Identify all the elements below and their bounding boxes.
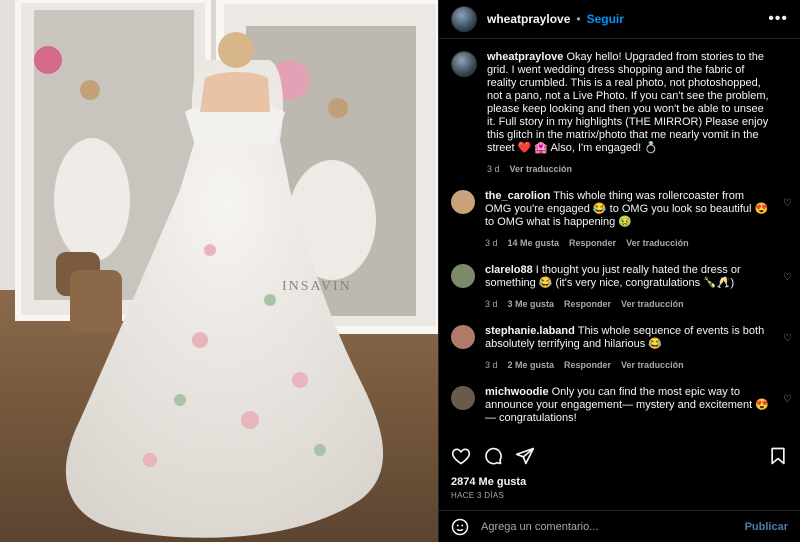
avatar[interactable] bbox=[451, 264, 475, 288]
heart-icon[interactable] bbox=[451, 446, 471, 466]
comment-like-heart-icon[interactable]: ♡ bbox=[783, 272, 792, 283]
comment-like-heart-icon[interactable]: ♡ bbox=[783, 394, 792, 405]
avatar[interactable] bbox=[451, 6, 477, 32]
translate-link[interactable]: Ver traducción bbox=[621, 298, 684, 311]
comments-list[interactable]: wheatpraylove Okay hello! Upgraded from … bbox=[439, 39, 800, 437]
caption-age: 3 d bbox=[487, 164, 500, 174]
translate-link[interactable]: Ver traducción bbox=[626, 237, 689, 250]
comment-username[interactable]: clarelo88 bbox=[485, 264, 533, 276]
avatar[interactable] bbox=[451, 386, 475, 410]
comment-item: the_carolion This whole thing was roller… bbox=[439, 176, 800, 250]
post-photo[interactable]: INSAVIN bbox=[0, 0, 438, 542]
reply-button[interactable]: Responder bbox=[569, 237, 616, 250]
action-bar bbox=[451, 444, 788, 468]
comment-icon[interactable] bbox=[483, 446, 503, 466]
comment-username[interactable]: stephanie.laband bbox=[485, 325, 575, 337]
likes-count[interactable]: 2874 Me gusta bbox=[451, 476, 526, 488]
bookmark-icon[interactable] bbox=[768, 446, 788, 466]
emoji-icon[interactable] bbox=[451, 518, 469, 536]
avatar[interactable] bbox=[451, 190, 475, 214]
comment-username[interactable]: michwoodie bbox=[485, 386, 549, 398]
separator-dot: • bbox=[576, 12, 581, 26]
caption: wheatpraylove Okay hello! Upgraded from … bbox=[439, 39, 800, 176]
comment-likes[interactable]: 3 Me gusta bbox=[508, 298, 555, 311]
caption-text: Okay hello! Upgraded from stories to the… bbox=[487, 51, 769, 154]
comment-item: stephanie.laband This whole sequence of … bbox=[439, 311, 800, 372]
comment-likes[interactable]: 2 Me gusta bbox=[508, 359, 555, 372]
comment-age: 3 d bbox=[485, 299, 498, 309]
posted-time: HACE 3 DÍAS bbox=[451, 491, 505, 500]
comment-input[interactable] bbox=[479, 519, 745, 534]
reply-button[interactable]: Responder bbox=[564, 359, 611, 372]
add-comment-bar: Publicar bbox=[439, 510, 800, 542]
reply-button[interactable]: Responder bbox=[564, 298, 611, 311]
avatar[interactable] bbox=[451, 325, 475, 349]
post-header: wheatpraylove • Seguir ••• bbox=[439, 0, 800, 39]
comment-like-heart-icon[interactable]: ♡ bbox=[783, 198, 792, 209]
caption-username[interactable]: wheatpraylove bbox=[487, 51, 563, 63]
comment-username[interactable]: the_carolion bbox=[485, 190, 550, 202]
publish-button[interactable]: Publicar bbox=[745, 521, 788, 533]
comment-age: 3 d bbox=[485, 360, 498, 370]
translate-link[interactable]: Ver traducción bbox=[510, 163, 573, 176]
follow-button[interactable]: Seguir bbox=[587, 12, 624, 26]
wedding-dress-mirror-image: INSAVIN bbox=[0, 0, 438, 542]
comment-item: michwoodie Only you can find the most ep… bbox=[439, 372, 800, 425]
comment-likes[interactable]: 14 Me gusta bbox=[508, 237, 560, 250]
comment-like-heart-icon[interactable]: ♡ bbox=[783, 333, 792, 344]
avatar[interactable] bbox=[451, 51, 477, 77]
header-username[interactable]: wheatpraylove bbox=[487, 12, 570, 26]
send-icon[interactable] bbox=[515, 446, 535, 466]
comment-item: clarelo88 I thought you just really hate… bbox=[439, 250, 800, 311]
comment-age: 3 d bbox=[485, 238, 498, 248]
more-options-icon[interactable]: ••• bbox=[768, 10, 788, 28]
post-side-panel: wheatpraylove • Seguir ••• wheatpraylove… bbox=[438, 0, 800, 542]
mirror-watermark: INSAVIN bbox=[282, 279, 352, 294]
translate-link[interactable]: Ver traducción bbox=[621, 359, 684, 372]
